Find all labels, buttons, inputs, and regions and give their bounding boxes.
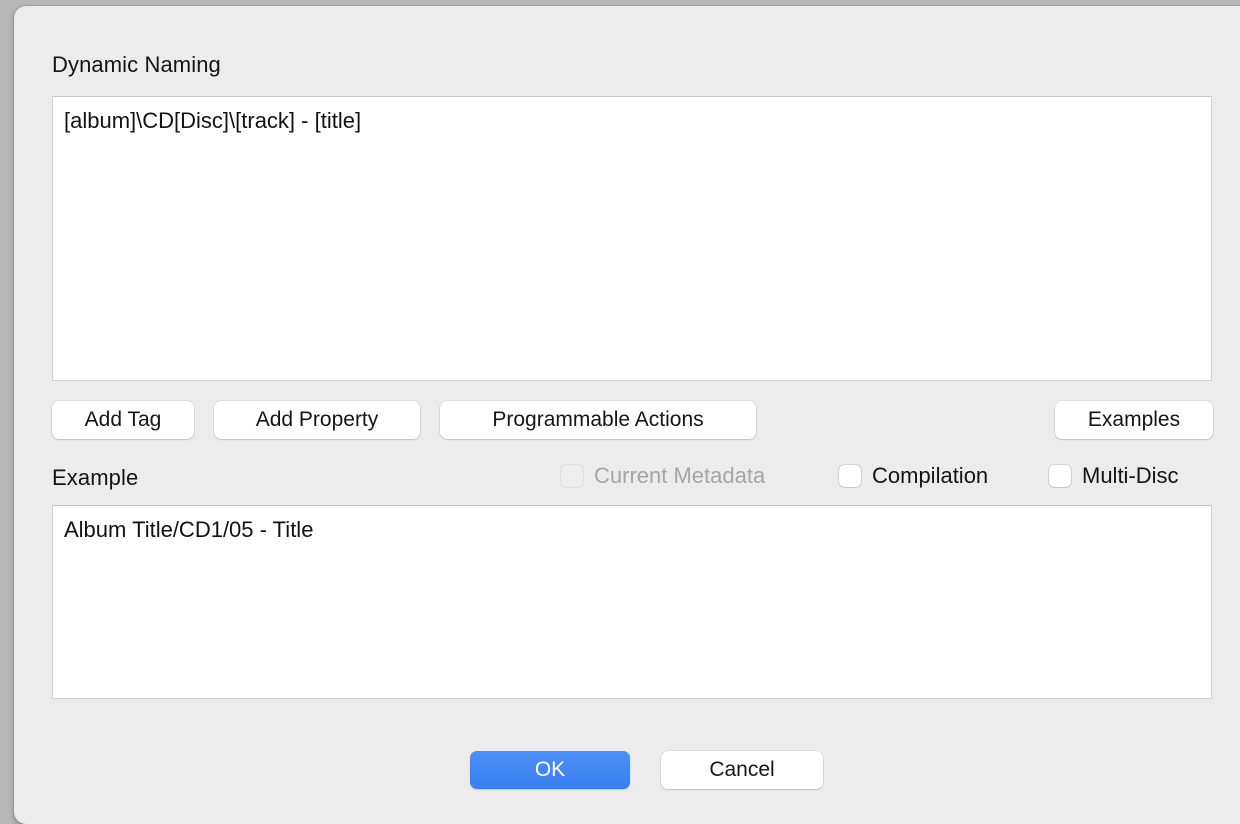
checkbox-multi-disc[interactable]: Multi-Disc [1049, 463, 1179, 489]
checkbox-box-icon [839, 465, 861, 487]
checkbox-label: Compilation [872, 463, 989, 488]
add-property-button[interactable]: Add Property [214, 401, 420, 439]
checkbox-current-metadata[interactable]: Current Metadata [561, 463, 765, 489]
example-section-label: Example [52, 465, 139, 490]
checkbox-compilation[interactable]: Compilation [839, 463, 988, 489]
checkbox-label: Multi-Disc [1082, 463, 1179, 488]
checkbox-label: Current Metadata [594, 463, 766, 488]
example-output-field: Album Title/CD1/05 - Title [52, 505, 1212, 699]
checkbox-box-icon [1049, 465, 1071, 487]
programmable-actions-button[interactable]: Programmable Actions [440, 401, 756, 439]
dynamic-naming-dialog: Dynamic Naming [album]\CD[Disc]\[track] … [14, 6, 1240, 824]
page-title: Dynamic Naming [52, 52, 221, 77]
ok-button[interactable]: OK [470, 751, 630, 789]
naming-pattern-input[interactable]: [album]\CD[Disc]\[track] - [title] [52, 96, 1212, 381]
add-tag-button[interactable]: Add Tag [52, 401, 194, 439]
checkbox-box-icon [561, 465, 583, 487]
examples-button[interactable]: Examples [1055, 401, 1213, 439]
cancel-button[interactable]: Cancel [661, 751, 823, 789]
